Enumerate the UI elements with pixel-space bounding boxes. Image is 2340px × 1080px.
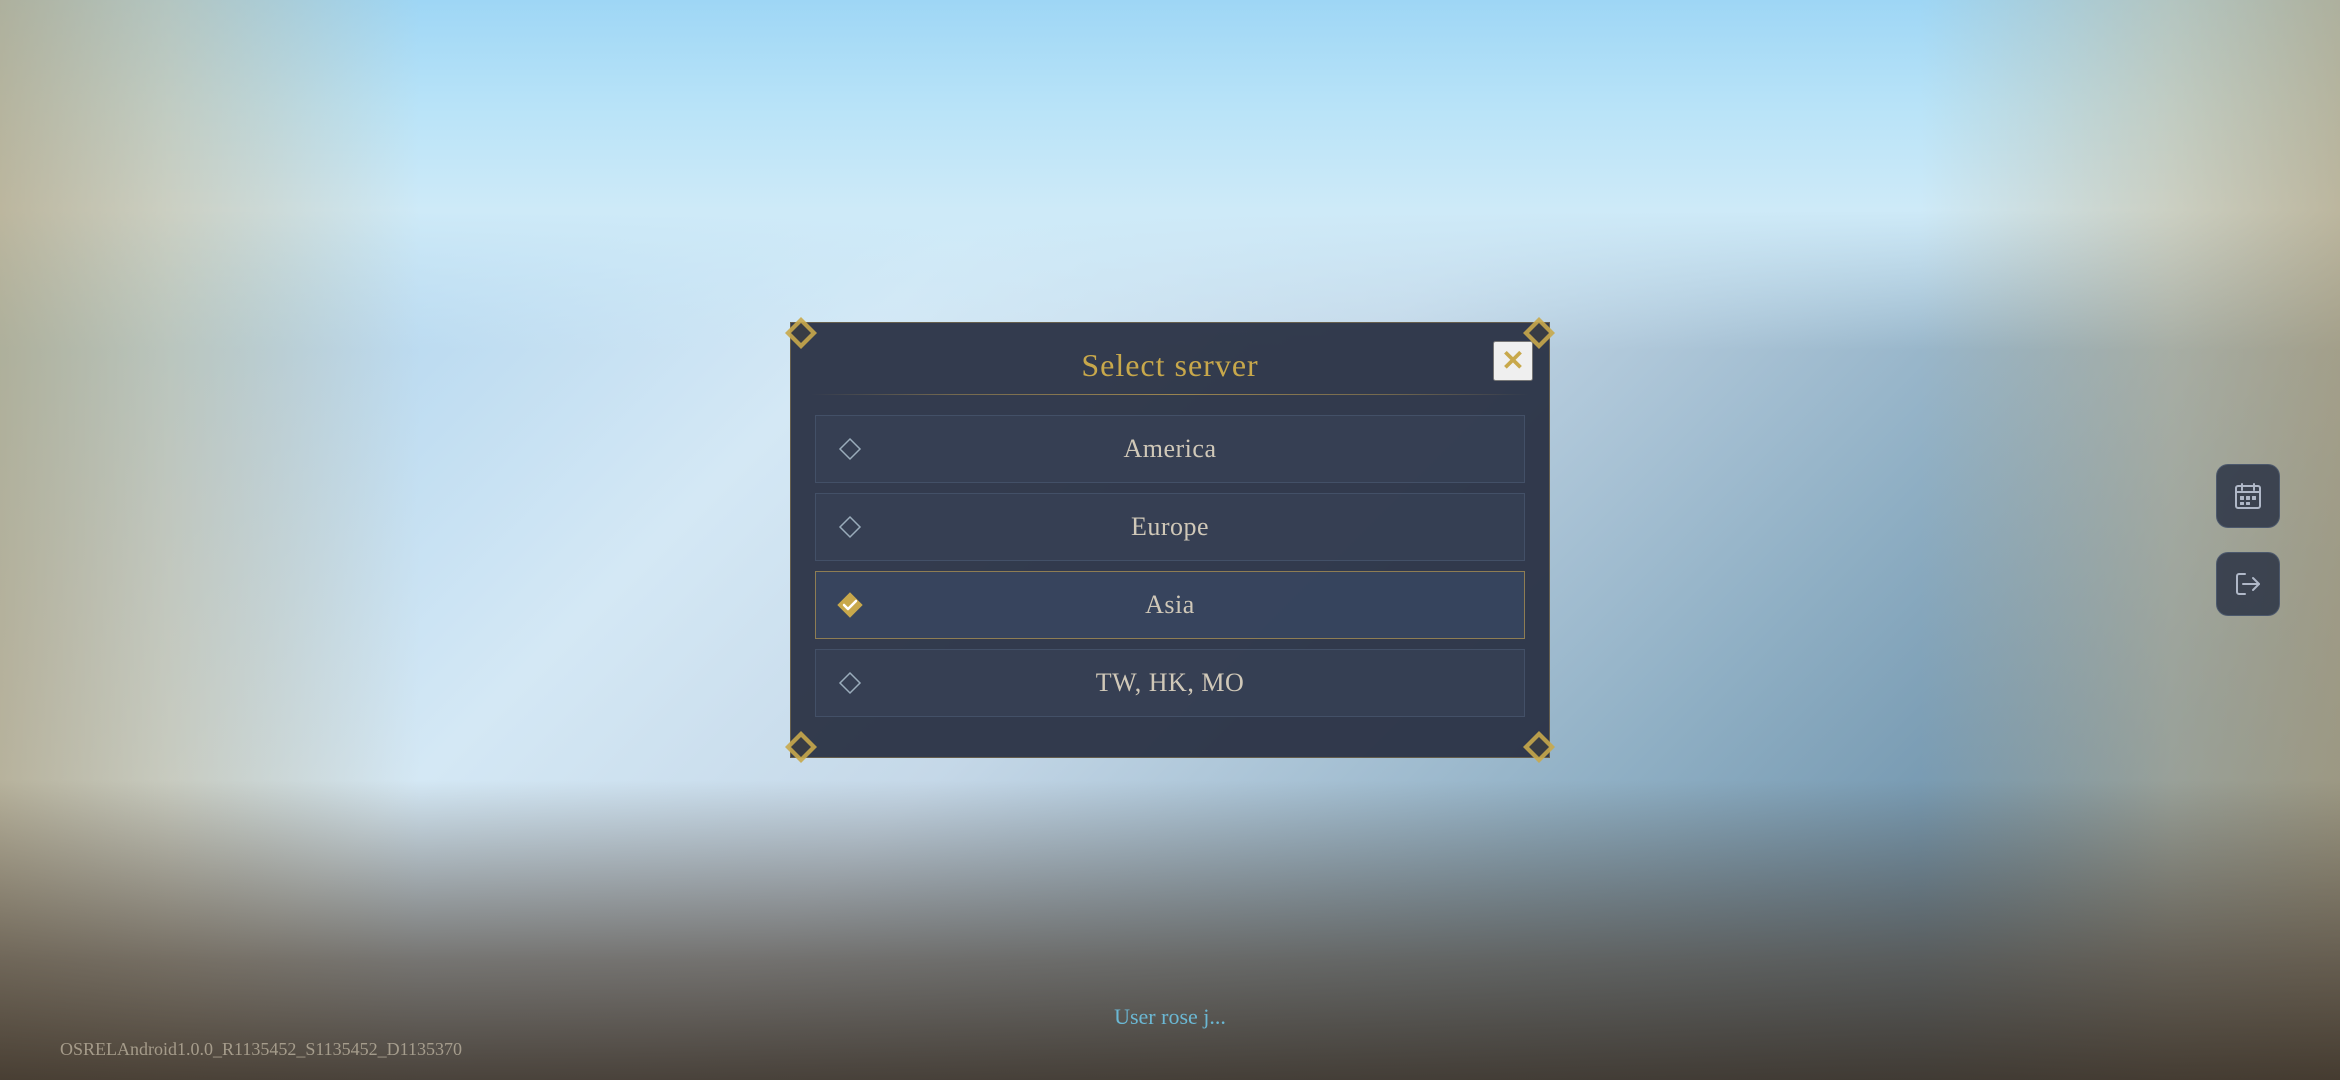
server-item-asia[interactable]: Asia [815,571,1525,639]
diamond-icon-tw-hk-mo [836,669,864,697]
server-label-europe: Europe [836,512,1504,542]
corner-decoration-tr [1521,315,1557,351]
calendar-button[interactable] [2216,464,2280,528]
server-list: America Europe Asia [791,415,1549,717]
corner-decoration-bl [783,729,819,765]
server-select-dialog: Select server ✕ America [790,322,1550,758]
logout-button[interactable] [2216,552,2280,616]
server-label-america: America [836,434,1504,464]
dialog-overlay: Select server ✕ America [0,0,2340,1080]
diamond-icon-asia-selected [836,591,864,619]
header-divider [811,394,1529,395]
right-side-icons [2216,464,2280,616]
server-item-tw-hk-mo[interactable]: TW, HK, MO [815,649,1525,717]
dialog-header: Select server ✕ [791,323,1549,394]
diamond-icon-europe [836,513,864,541]
corner-decoration-br [1521,729,1557,765]
server-label-tw-hk-mo: TW, HK, MO [836,668,1504,698]
server-item-america[interactable]: America [815,415,1525,483]
version-text: OSRELAndroid1.0.0_R1135452_S1135452_D113… [60,1039,462,1060]
user-info-text: User rose j... [1114,1004,1226,1030]
corner-decoration-tl [783,315,819,351]
diamond-icon-america [836,435,864,463]
server-label-asia: Asia [836,590,1504,620]
server-item-europe[interactable]: Europe [815,493,1525,561]
dialog-title: Select server [1081,347,1258,384]
